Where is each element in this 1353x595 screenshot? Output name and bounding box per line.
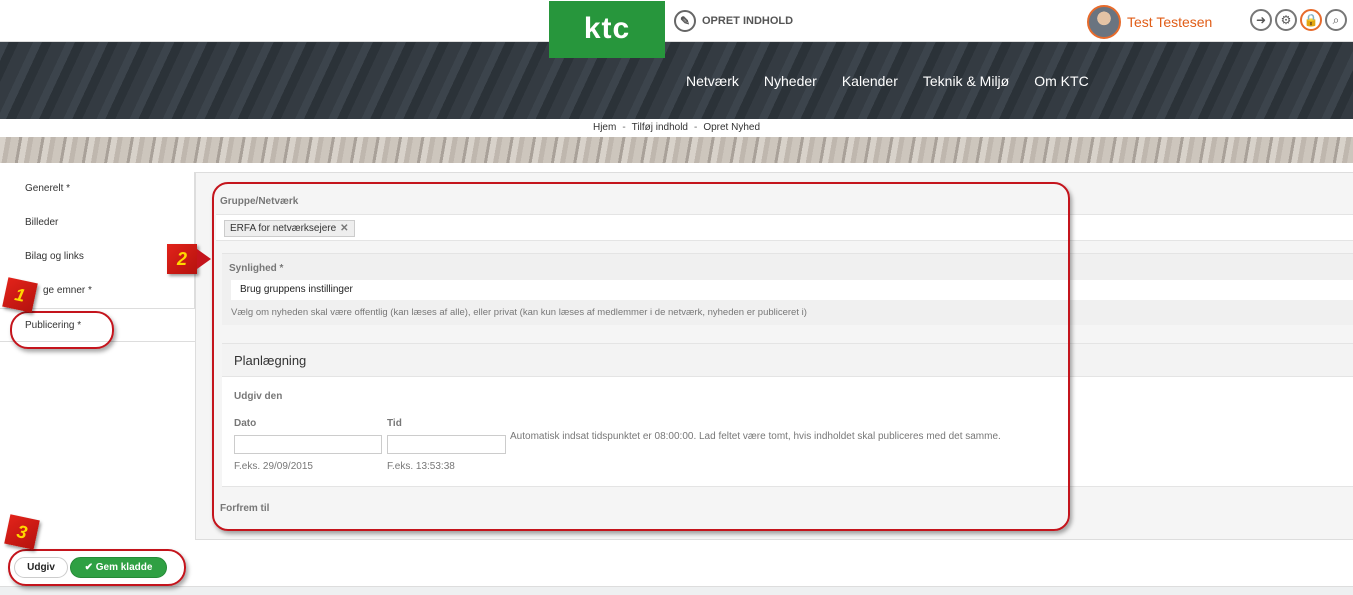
breadcrumb-add-content[interactable]: Tilføj indhold [632, 122, 688, 133]
pin-icon[interactable]: ➜ [1250, 9, 1272, 31]
annotation-ring-1 [10, 311, 114, 349]
annotation-badge-2: 2 [167, 244, 197, 274]
top-bar: ✎ OPRET INDHOLD Test Testesen ➜ ⚙ 🔒 ⌕ [0, 0, 1353, 42]
tab-generelt[interactable]: Generelt * [0, 172, 195, 206]
nav-item-om-ktc[interactable]: Om KTC [1034, 73, 1088, 89]
nav-banner: Netværk Nyheder Kalender Teknik & Miljø … [0, 42, 1353, 119]
nav-item-kalender[interactable]: Kalender [842, 73, 898, 89]
footer-strip [0, 586, 1353, 595]
annotation-arrow-2 [197, 249, 211, 269]
nav-item-nyheder[interactable]: Nyheder [764, 73, 817, 89]
breadcrumb: Hjem - Tilføj indhold - Opret Nyhed [0, 119, 1353, 137]
nav-item-teknik-miljo[interactable]: Teknik & Miljø [923, 73, 1009, 89]
search-icon[interactable]: ⌕ [1325, 9, 1347, 31]
annotation-badge-3: 3 [4, 514, 40, 550]
breadcrumb-separator: - [622, 122, 626, 133]
tab-bilag-links[interactable]: Bilag og links [0, 240, 195, 274]
create-content-label: OPRET INDHOLD [702, 15, 794, 27]
tab-billeder[interactable]: Billeder [0, 206, 195, 240]
edit-icon: ✎ [674, 10, 696, 32]
breadcrumb-current: Opret Nyhed [703, 122, 761, 133]
breadcrumb-separator: - [693, 122, 698, 133]
main-nav: Netværk Nyheder Kalender Teknik & Miljø … [686, 73, 1089, 89]
avatar[interactable] [1087, 5, 1121, 39]
nav-item-netvaerk[interactable]: Netværk [686, 73, 739, 89]
ktc-logo[interactable]: ktc [549, 1, 665, 58]
decorative-wood-strip [0, 137, 1353, 163]
annotation-badge-1: 1 [2, 277, 38, 313]
lock-icon[interactable]: 🔒 [1300, 9, 1322, 31]
header-icons: ➜ ⚙ 🔒 ⌕ [1250, 9, 1347, 31]
annotation-ring-3 [8, 549, 186, 586]
breadcrumb-home[interactable]: Hjem [593, 122, 616, 133]
user-name[interactable]: Test Testesen [1127, 14, 1212, 30]
gear-icon[interactable]: ⚙ [1275, 9, 1297, 31]
user-menu[interactable]: Test Testesen [1087, 5, 1212, 39]
create-content-button[interactable]: ✎ OPRET INDHOLD [674, 10, 793, 32]
annotation-ring-2 [212, 182, 1070, 531]
